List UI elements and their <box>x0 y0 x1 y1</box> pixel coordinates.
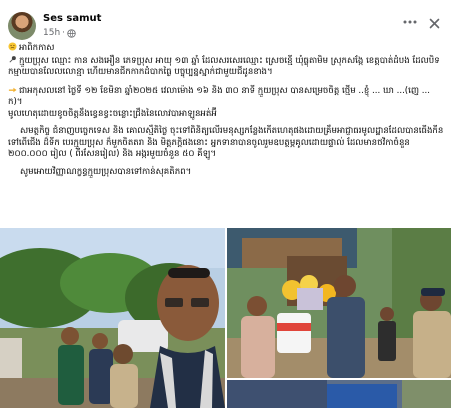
post-title: អាពិកកាស <box>19 43 55 53</box>
post-paragraph-3: មូលហេតុដោយខូចចិត្តនឹងខ្វេនខ្វះចន្លោះជ្រឹ… <box>8 109 444 121</box>
post-body: អាពិកកាស ក្មួយប្រុស ឈ្មោះ កាន សងអឿន ភេទប… <box>8 42 444 178</box>
post-paragraph-4: សមត្ថកិច្ច ជំនាញបច្ចេកទេស និង គោលស្មឹតិថ… <box>8 126 444 161</box>
photo-2-image <box>227 228 451 378</box>
more-horizontal-icon <box>403 20 417 24</box>
post-time[interactable]: 15h <box>43 28 60 38</box>
paragraph-3-text: មូលហេតុដោយខូចចិត្តនឹងខ្វេនខ្វះចន្លោះជ្រឹ… <box>8 108 217 119</box>
post-photo-2[interactable] <box>227 228 451 378</box>
post-photo-grid <box>0 228 451 408</box>
pointing-hand-icon <box>8 87 17 92</box>
post-photo-3[interactable] <box>227 380 451 408</box>
paragraph-4-text: សមត្ថកិច្ច ជំនាញបច្ចេកទេស និង គោលស្មឹតិថ… <box>8 126 444 159</box>
more-options-button[interactable] <box>400 14 420 30</box>
post-paragraph-1: ក្មួយប្រុស ឈ្មោះ កាន សងអឿន ភេទប្រុស អាយុ… <box>8 55 444 79</box>
pin-icon <box>9 55 16 63</box>
close-icon <box>429 18 439 28</box>
post-title-line: អាពិកកាស <box>8 42 444 55</box>
post-header: Ses samut 15h · <box>0 0 451 46</box>
author-name[interactable]: Ses samut <box>43 13 101 24</box>
globe-icon <box>67 28 76 38</box>
paragraph-1-text: ក្មួយប្រុស ឈ្មោះ កាន សងអឿន ភេទប្រុស អាយុ… <box>8 55 440 78</box>
paragraph-5-text: សូមអោយវិញ្ញាណក្ខន្ធក្មួយប្រុសបានទៅកាន់សុ… <box>20 166 192 177</box>
photo-1-image <box>0 228 225 408</box>
post-photo-1[interactable] <box>0 228 225 408</box>
emoji-icon <box>8 42 17 51</box>
photo-3-image <box>227 380 451 408</box>
post-meta: 15h · <box>43 28 76 38</box>
facebook-post: Ses samut 15h · អាពិកកាស ក្មួយប្រុស ឈ្មោ… <box>0 0 451 408</box>
meta-separator: · <box>62 28 66 38</box>
paragraph-2-text: ជាអកុសលនៅ ថ្ងៃទី ១២ ខែមិនា ឆ្នាំ២០២៥ វេល… <box>8 85 431 108</box>
post-paragraph-5: សូមអោយវិញ្ញាណក្ខន្ធក្មួយប្រុសបានទៅកាន់សុ… <box>8 167 444 179</box>
post-paragraph-2: ជាអកុសលនៅ ថ្ងៃទី ១២ ខែមិនា ឆ្នាំ២០២៥ វេល… <box>8 85 444 109</box>
close-post-button[interactable] <box>425 14 443 32</box>
author-avatar[interactable] <box>8 12 36 40</box>
